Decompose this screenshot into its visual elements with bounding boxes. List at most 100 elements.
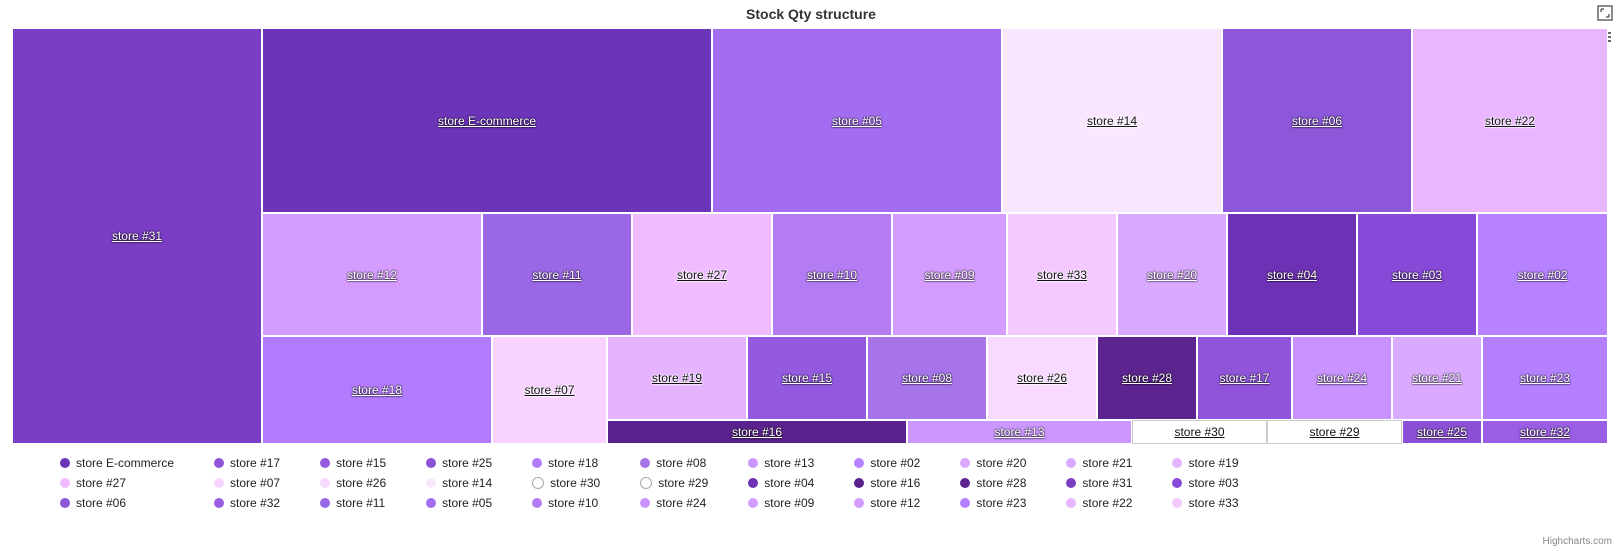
treemap-cell-store-17[interactable]: store #17 xyxy=(1197,336,1292,420)
cell-label: store #30 xyxy=(1174,425,1224,439)
treemap-cell-store-16[interactable]: store #16 xyxy=(607,420,907,444)
legend-item[interactable]: store #08 xyxy=(640,454,708,472)
treemap-cell-store-05[interactable]: store #05 xyxy=(712,28,1002,213)
legend-swatch xyxy=(532,458,542,468)
treemap-cell-store-ecommerce[interactable]: store E-commerce xyxy=(262,28,712,213)
treemap-cell-store-03[interactable]: store #03 xyxy=(1357,213,1477,336)
legend-item[interactable]: store #22 xyxy=(1066,494,1132,512)
cell-label: store #24 xyxy=(1317,371,1367,385)
legend-item[interactable]: store #27 xyxy=(60,474,174,492)
treemap-cell-store-28[interactable]: store #28 xyxy=(1097,336,1197,420)
treemap-cell-store-25[interactable]: store #25 xyxy=(1402,420,1482,444)
treemap-cell-store-29[interactable]: store #29 xyxy=(1267,420,1402,444)
legend-item[interactable]: store #13 xyxy=(748,454,814,472)
legend-item[interactable]: store #20 xyxy=(960,454,1026,472)
legend-swatch xyxy=(320,498,330,508)
treemap-cell-store-13[interactable]: store #13 xyxy=(907,420,1132,444)
full-screen-icon[interactable] xyxy=(1596,4,1614,22)
legend-item[interactable]: store #33 xyxy=(1172,494,1238,512)
legend-label: store #05 xyxy=(442,496,492,510)
cell-label: store #17 xyxy=(1219,371,1269,385)
treemap-cell-store-12[interactable]: store #12 xyxy=(262,213,482,336)
legend-item[interactable]: store #25 xyxy=(426,454,492,472)
legend-item[interactable]: store #28 xyxy=(960,474,1026,492)
treemap-cell-store-33[interactable]: store #33 xyxy=(1007,213,1117,336)
treemap-cell-store-31[interactable]: store #31 xyxy=(12,28,262,444)
cell-label: store #32 xyxy=(1520,425,1570,439)
legend-item[interactable]: store #16 xyxy=(854,474,920,492)
cell-label: store #31 xyxy=(112,229,162,243)
cell-label: store #03 xyxy=(1392,268,1442,282)
treemap-cell-store-27[interactable]: store #27 xyxy=(632,213,772,336)
legend-item[interactable]: store #07 xyxy=(214,474,280,492)
legend-item[interactable]: store #02 xyxy=(854,454,920,472)
treemap-cell-store-21[interactable]: store #21 xyxy=(1392,336,1482,420)
legend-label: store #20 xyxy=(976,456,1026,470)
legend-swatch xyxy=(532,477,544,489)
treemap-cell-store-22[interactable]: store #22 xyxy=(1412,28,1608,213)
treemap-cell-store-23[interactable]: store #23 xyxy=(1482,336,1608,420)
legend-swatch xyxy=(1172,478,1182,488)
legend-item[interactable]: store #24 xyxy=(640,494,708,512)
legend-swatch xyxy=(214,458,224,468)
treemap-cell-store-10[interactable]: store #10 xyxy=(772,213,892,336)
legend-item[interactable]: store #31 xyxy=(1066,474,1132,492)
legend-item[interactable]: store #10 xyxy=(532,494,600,512)
legend-item[interactable]: store #21 xyxy=(1066,454,1132,472)
cell-label: store #04 xyxy=(1267,268,1317,282)
legend-swatch xyxy=(1066,458,1076,468)
legend-item[interactable]: store #17 xyxy=(214,454,280,472)
treemap-cell-store-11[interactable]: store #11 xyxy=(482,213,632,336)
cell-label: store #08 xyxy=(902,371,952,385)
legend-item[interactable]: store E-commerce xyxy=(60,454,174,472)
legend-swatch xyxy=(854,458,864,468)
legend-item[interactable]: store #05 xyxy=(426,494,492,512)
treemap-cell-store-32[interactable]: store #32 xyxy=(1482,420,1608,444)
legend-label: store #14 xyxy=(442,476,492,490)
treemap-cell-store-30[interactable]: store #30 xyxy=(1132,420,1267,444)
legend-item[interactable]: store #23 xyxy=(960,494,1026,512)
legend-item[interactable]: store #30 xyxy=(532,474,600,492)
legend-item[interactable]: store #06 xyxy=(60,494,174,512)
legend-swatch xyxy=(854,498,864,508)
treemap-cell-store-24[interactable]: store #24 xyxy=(1292,336,1392,420)
legend-label: store #07 xyxy=(230,476,280,490)
legend-item[interactable]: store #26 xyxy=(320,474,386,492)
treemap-cell-store-14[interactable]: store #14 xyxy=(1002,28,1222,213)
legend-item[interactable]: store #12 xyxy=(854,494,920,512)
chart-title: Stock Qty structure xyxy=(0,0,1622,26)
treemap-cell-store-20[interactable]: store #20 xyxy=(1117,213,1227,336)
cell-label: store #05 xyxy=(832,114,882,128)
treemap-cell-store-19[interactable]: store #19 xyxy=(607,336,747,420)
legend-label: store #13 xyxy=(764,456,814,470)
legend-item[interactable]: store #11 xyxy=(320,494,386,512)
legend-item[interactable]: store #09 xyxy=(748,494,814,512)
legend-label: store #08 xyxy=(656,456,706,470)
legend-swatch xyxy=(320,478,330,488)
treemap-cell-store-09[interactable]: store #09 xyxy=(892,213,1007,336)
treemap-cell-store-18[interactable]: store #18 xyxy=(262,336,492,444)
treemap-cell-store-08[interactable]: store #08 xyxy=(867,336,987,420)
treemap-cell-store-02[interactable]: store #02 xyxy=(1477,213,1608,336)
legend-item[interactable]: store #29 xyxy=(640,474,708,492)
legend-swatch xyxy=(960,478,970,488)
treemap-cell-store-07[interactable]: store #07 xyxy=(492,336,607,444)
chart-credits[interactable]: Highcharts.com xyxy=(1543,536,1612,547)
treemap-cell-store-26[interactable]: store #26 xyxy=(987,336,1097,420)
treemap-cell-store-04[interactable]: store #04 xyxy=(1227,213,1357,336)
legend-swatch xyxy=(1066,478,1076,488)
legend-item[interactable]: store #03 xyxy=(1172,474,1238,492)
legend-item[interactable]: store #18 xyxy=(532,454,600,472)
legend-item[interactable]: store #14 xyxy=(426,474,492,492)
treemap-cell-store-15[interactable]: store #15 xyxy=(747,336,867,420)
legend-label: store #27 xyxy=(76,476,126,490)
legend-item[interactable]: store #32 xyxy=(214,494,280,512)
cell-label: store #22 xyxy=(1485,114,1535,128)
legend-swatch xyxy=(748,458,758,468)
treemap-cell-store-06[interactable]: store #06 xyxy=(1222,28,1412,213)
legend-item[interactable]: store #04 xyxy=(748,474,814,492)
legend-swatch xyxy=(960,458,970,468)
cell-label: store #06 xyxy=(1292,114,1342,128)
legend-item[interactable]: store #19 xyxy=(1172,454,1238,472)
legend-item[interactable]: store #15 xyxy=(320,454,386,472)
